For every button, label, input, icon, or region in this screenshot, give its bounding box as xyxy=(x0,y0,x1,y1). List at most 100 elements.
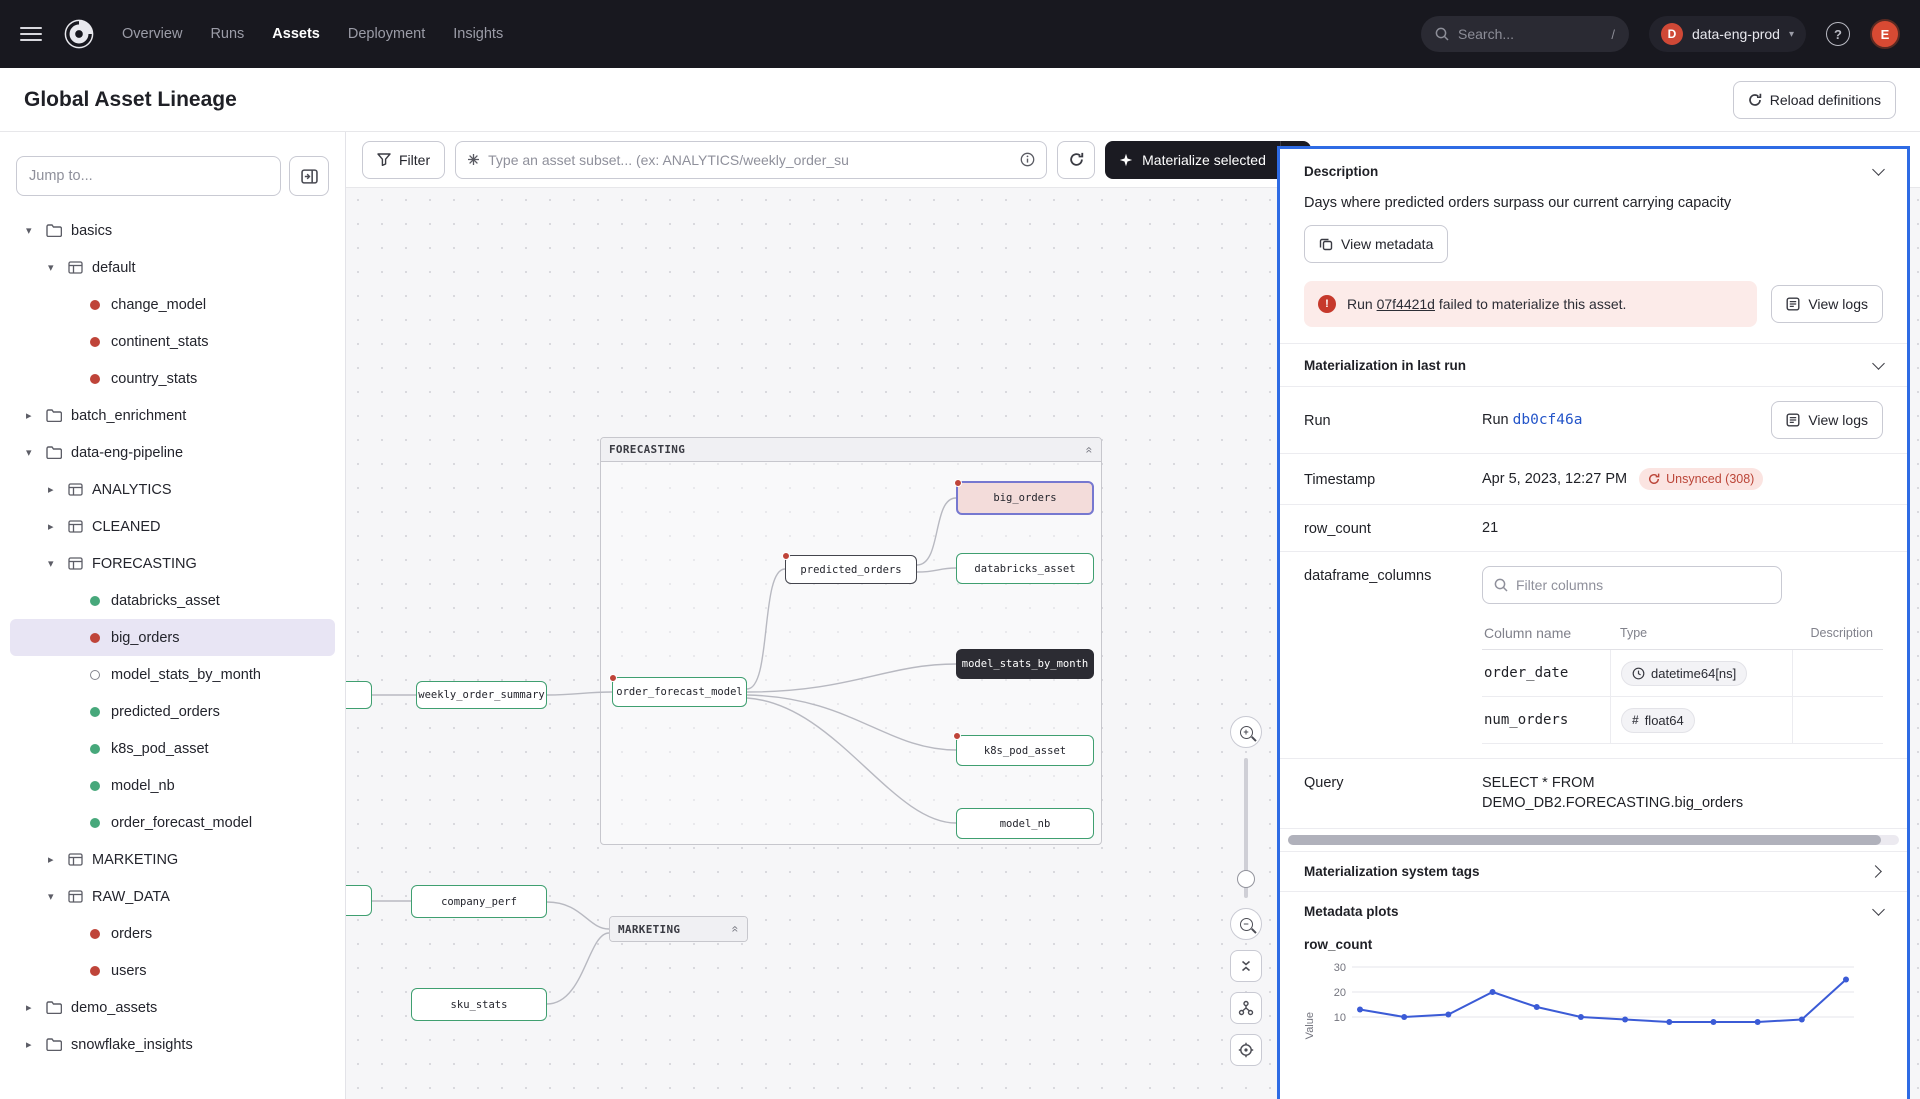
asset-subset-input[interactable] xyxy=(488,152,1012,168)
sidebar-tree-item[interactable]: users xyxy=(10,952,335,989)
jump-to-input[interactable] xyxy=(16,156,281,196)
sidebar-tree-item[interactable]: RAW_DATA xyxy=(10,878,335,915)
sidebar-tree-item[interactable]: order_forecast_model xyxy=(10,804,335,841)
help-button[interactable]: ? xyxy=(1826,22,1850,46)
caret-icon[interactable] xyxy=(48,520,68,533)
zoom-controls: + − xyxy=(1230,716,1262,1066)
nav-item[interactable]: Deployment xyxy=(348,26,425,42)
caret-icon[interactable] xyxy=(26,1038,46,1051)
nav-item[interactable]: Insights xyxy=(453,26,503,42)
horizontal-scrollbar[interactable] xyxy=(1288,835,1899,845)
run-row: Run Run db0cf46a View logs xyxy=(1280,387,1907,454)
caret-icon[interactable] xyxy=(48,890,68,903)
asset-group-box[interactable]: MARKETING « xyxy=(609,916,748,942)
caret-icon[interactable] xyxy=(48,483,68,496)
materialization-section-header[interactable]: Materialization in last run xyxy=(1280,343,1907,387)
caret-icon[interactable] xyxy=(26,1001,46,1014)
zoom-slider-handle[interactable] xyxy=(1237,870,1255,888)
caret-icon[interactable] xyxy=(26,224,46,237)
dagster-logo[interactable] xyxy=(62,17,96,51)
failed-run-link[interactable]: 07f4421d xyxy=(1377,296,1435,312)
view-metadata-button[interactable]: View metadata xyxy=(1304,225,1448,263)
collapse-group-icon[interactable]: « xyxy=(730,926,742,933)
sidebar-tree-item[interactable]: data-eng-pipeline xyxy=(10,434,335,471)
system-tags-section-header[interactable]: Materialization system tags xyxy=(1280,851,1907,891)
chevron-down-icon xyxy=(1872,357,1885,370)
collapse-sidebar-button[interactable] xyxy=(289,156,329,196)
sidebar-tree-item[interactable]: default xyxy=(10,249,335,286)
info-icon[interactable] xyxy=(1020,152,1035,167)
recenter-button[interactable] xyxy=(1230,1034,1262,1066)
description-section-header[interactable]: Description xyxy=(1280,149,1907,193)
scrollbar-thumb[interactable] xyxy=(1288,835,1881,845)
asset-node[interactable]: predicted_orders xyxy=(785,555,917,584)
sidebar-tree-item[interactable]: ANALYTICS xyxy=(10,471,335,508)
global-search[interactable]: / xyxy=(1421,16,1629,52)
sidebar-tree-item[interactable]: model_nb xyxy=(10,767,335,804)
sidebar-tree-item[interactable]: MARKETING xyxy=(10,841,335,878)
asset-node[interactable] xyxy=(346,681,372,709)
asset-node[interactable]: weekly_order_summary xyxy=(416,681,547,709)
asset-node[interactable]: order_forecast_model xyxy=(612,677,747,707)
asset-group-header: MARKETING « xyxy=(610,917,747,941)
reload-definitions-button[interactable]: Reload definitions xyxy=(1733,81,1896,119)
refresh-graph-button[interactable] xyxy=(1057,141,1095,179)
sidebar-tree-item[interactable]: batch_enrichment xyxy=(10,397,335,434)
page-title: Global Asset Lineage xyxy=(24,88,237,112)
asset-node[interactable]: big_orders xyxy=(956,481,1094,515)
asset-node[interactable]: model_nb xyxy=(956,808,1094,839)
asset-status-dot xyxy=(90,633,100,643)
sidebar-tree-item[interactable]: orders xyxy=(10,915,335,952)
view-logs-button[interactable]: View logs xyxy=(1771,401,1883,439)
caret-icon[interactable] xyxy=(48,261,68,274)
collapse-groups-button[interactable] xyxy=(1230,950,1262,982)
materialize-selected-button[interactable]: Materialize selected xyxy=(1105,141,1280,179)
nav-item[interactable]: Runs xyxy=(210,26,244,42)
filter-button[interactable]: Filter xyxy=(362,141,445,179)
view-logs-button[interactable]: View logs xyxy=(1771,285,1883,323)
type-badge: # float64 xyxy=(1621,708,1695,733)
caret-icon[interactable] xyxy=(48,853,68,866)
sidebar-tree-item[interactable]: change_model xyxy=(10,286,335,323)
sidebar-tree-item[interactable]: country_stats xyxy=(10,360,335,397)
zoom-out-button[interactable]: − xyxy=(1230,908,1262,940)
sidebar-tree-item[interactable]: databricks_asset xyxy=(10,582,335,619)
deployment-switcher[interactable]: D data-eng-prod ▾ xyxy=(1649,16,1806,52)
asset-node[interactable]: databricks_asset xyxy=(956,553,1094,584)
asset-node[interactable]: sku_stats xyxy=(411,988,547,1021)
sidebar-tree-item[interactable]: model_stats_by_month xyxy=(10,656,335,693)
sidebar-tree-item[interactable]: predicted_orders xyxy=(10,693,335,730)
caret-icon[interactable] xyxy=(26,409,46,422)
tree-item-label: data-eng-pipeline xyxy=(71,445,183,461)
table-row: num_orders # float64 xyxy=(1482,697,1883,744)
nav-item[interactable]: Overview xyxy=(122,26,182,42)
asset-node-label: weekly_order_summary xyxy=(418,689,544,701)
unsynced-badge[interactable]: Unsynced (308) xyxy=(1639,468,1763,490)
caret-icon[interactable] xyxy=(48,557,68,570)
caret-icon[interactable] xyxy=(26,446,46,459)
asset-node[interactable] xyxy=(346,885,372,916)
zoom-slider[interactable] xyxy=(1237,758,1255,898)
nav-item[interactable]: Assets xyxy=(272,26,320,42)
asset-node[interactable]: company_perf xyxy=(411,885,547,918)
user-avatar[interactable]: E xyxy=(1870,19,1900,49)
sidebar-tree-item[interactable]: snowflake_insights xyxy=(10,1026,335,1063)
filter-columns-input[interactable] xyxy=(1516,577,1770,593)
sidebar-tree-item[interactable]: big_orders xyxy=(10,619,335,656)
asset-group-icon xyxy=(68,261,83,274)
hamburger-menu-icon[interactable] xyxy=(20,27,42,42)
sidebar-tree-item[interactable]: CLEANED xyxy=(10,508,335,545)
zoom-in-button[interactable]: + xyxy=(1230,716,1262,748)
sidebar-tree-item[interactable]: continent_stats xyxy=(10,323,335,360)
sidebar-tree-item[interactable]: basics xyxy=(10,212,335,249)
sidebar-tree-item[interactable]: FORECASTING xyxy=(10,545,335,582)
graph-layout-button[interactable] xyxy=(1230,992,1262,1024)
asset-node[interactable]: k8s_pod_asset xyxy=(956,735,1094,766)
sidebar-tree-item[interactable]: k8s_pod_asset xyxy=(10,730,335,767)
run-id-link[interactable]: db0cf46a xyxy=(1513,412,1583,428)
search-input[interactable] xyxy=(1458,26,1602,42)
metadata-plots-section-header[interactable]: Metadata plots xyxy=(1280,891,1907,931)
sidebar-tree-item[interactable]: demo_assets xyxy=(10,989,335,1026)
collapse-group-icon[interactable]: « xyxy=(1084,446,1096,453)
asset-node[interactable]: model_stats_by_month xyxy=(956,649,1094,679)
